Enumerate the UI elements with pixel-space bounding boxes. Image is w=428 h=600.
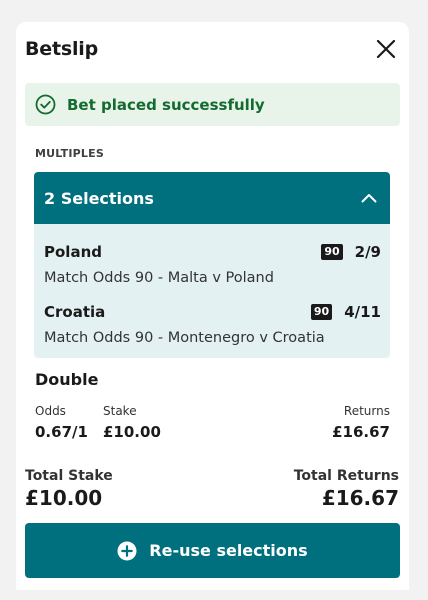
reuse-selections-button[interactable]: Re-use selections (25, 523, 400, 578)
selection-odds: 4/11 (344, 303, 381, 321)
selection-team: Croatia (44, 303, 106, 321)
reuse-selections-label: Re-use selections (149, 541, 308, 560)
selections-list: Poland 90 2/9 Match Odds 90 - Malta v Po… (34, 224, 390, 358)
total-stake-label: Total Stake (25, 468, 113, 484)
selection-market: Match Odds 90 - Malta v Poland (44, 270, 274, 286)
selection-team: Poland (44, 243, 102, 261)
selection-row: Croatia 90 4/11 (44, 302, 381, 322)
returns-label: Returns (343, 404, 390, 418)
selection-odds: 2/9 (354, 243, 381, 261)
betslip-panel: Betslip Bet placed successfully MULTIPLE… (16, 22, 409, 590)
selection-row: Poland 90 2/9 (44, 242, 381, 262)
plus-circle-icon (117, 541, 137, 561)
success-message: Bet placed successfully (67, 95, 265, 114)
check-circle-icon (35, 94, 56, 115)
stake-label: Stake (103, 404, 137, 418)
period-badge: 90 (310, 304, 333, 320)
chevron-up-icon (361, 193, 377, 203)
total-returns-value: £16.67 (321, 486, 399, 510)
success-alert: Bet placed successfully (25, 83, 400, 126)
total-stake-value: £10.00 (25, 486, 103, 510)
odds-label: Odds (35, 404, 66, 418)
betslip-title: Betslip (25, 38, 98, 60)
total-returns-label: Total Returns (293, 468, 399, 484)
betslip-header: Betslip (25, 36, 397, 62)
close-icon[interactable] (375, 38, 397, 60)
odds-value: 0.67/1 (35, 423, 88, 441)
bet-type: Double (35, 370, 99, 389)
stake-value: £10.00 (103, 423, 161, 441)
selections-toggle[interactable]: 2 Selections (34, 172, 390, 224)
period-badge: 90 (321, 244, 343, 260)
selections-count: 2 Selections (44, 188, 154, 208)
selection-market: Match Odds 90 - Montenegro v Croatia (44, 330, 325, 346)
section-label: MULTIPLES (35, 147, 104, 160)
returns-value: £16.67 (332, 423, 390, 441)
